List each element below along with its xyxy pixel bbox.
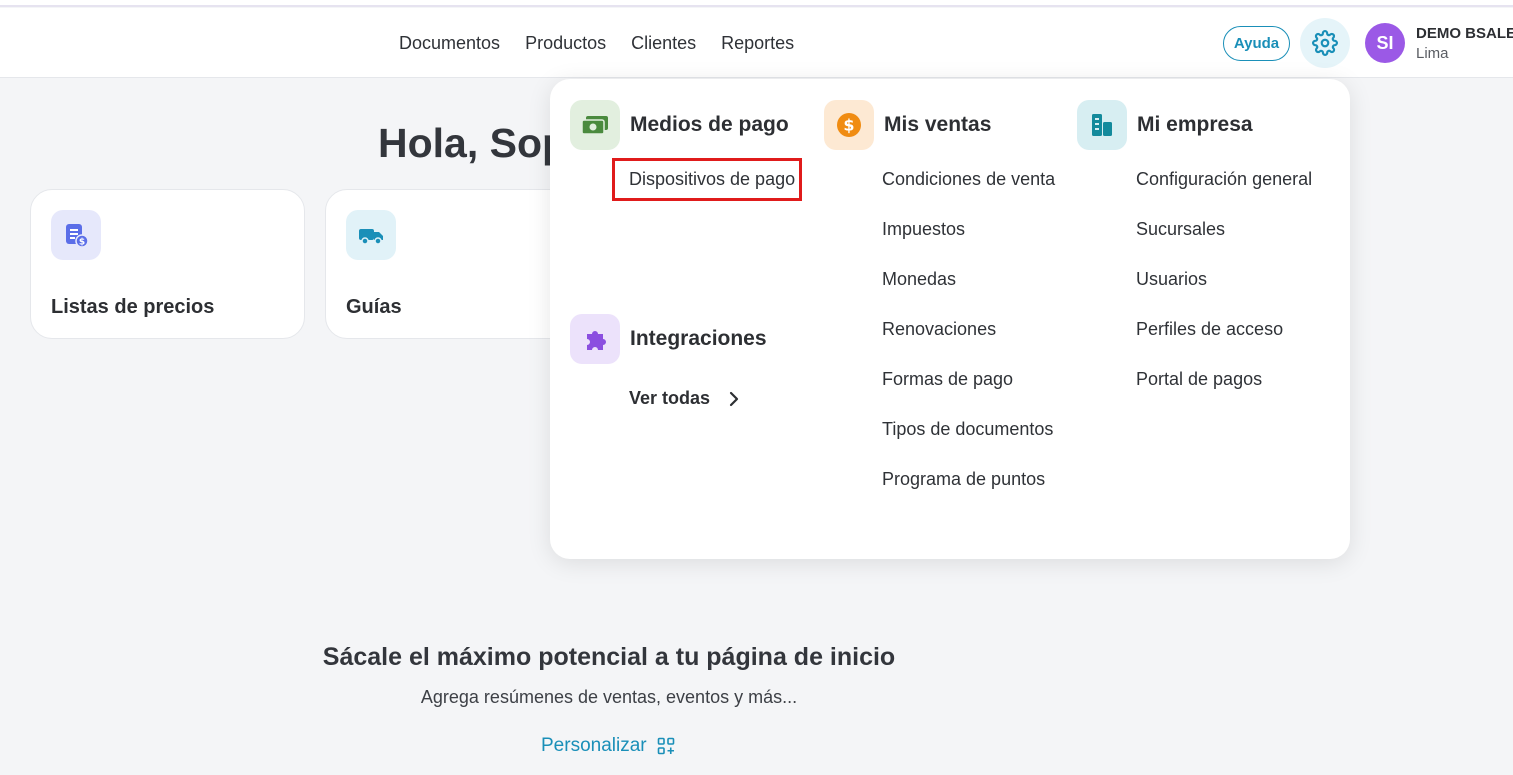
nav-clientes[interactable]: Clientes [631,33,696,54]
card-label: Listas de precios [51,296,215,318]
settings-dropdown: Medios de pago Dispositivos de pago Inte… [550,79,1350,559]
section-title: Integraciones [630,327,767,350]
menu-item-payment-portal[interactable]: Portal de pagos [1136,369,1262,390]
promo-subtitle: Agrega resúmenes de ventas, eventos y má… [420,687,798,707]
section-my-sales: $ Mis ventas [824,100,991,150]
truck-icon [346,210,396,260]
top-header: Documentos Productos Clientes Reportes A… [0,8,1513,78]
settings-button[interactable] [1300,18,1350,68]
highlight-box [612,158,802,201]
section-my-company: Mi empresa [1077,100,1253,150]
menu-item-renewals[interactable]: Renovaciones [882,319,996,340]
menu-item-users[interactable]: Usuarios [1136,269,1207,290]
personalize-label: Personalizar [541,735,647,756]
building-icon [1077,100,1127,150]
menu-item-general-settings[interactable]: Configuración general [1136,169,1312,190]
nav-documentos[interactable]: Documentos [399,33,500,54]
menu-item-sale-conditions[interactable]: Condiciones de venta [882,169,1055,190]
section-integrations: Integraciones [570,314,767,364]
card-price-lists[interactable]: $ Listas de precios [30,189,305,339]
section-title: Mi empresa [1137,113,1253,136]
nav-productos[interactable]: Productos [525,33,606,54]
see-all-label: Ver todas [629,388,711,408]
company-name[interactable]: DEMO BSALE [1416,25,1513,42]
top-border [0,0,1513,7]
card-label: Guías [346,296,402,318]
nav-reportes[interactable]: Reportes [721,33,794,54]
user-avatar[interactable]: SI [1365,23,1405,63]
gear-icon [1312,30,1338,56]
chevron-right-icon [729,391,739,406]
menu-item-document-types[interactable]: Tipos de documentos [882,419,1053,440]
section-payment-methods: Medios de pago [570,100,789,150]
promo-title: Sácale el máximo potencial a tu página d… [322,643,896,671]
see-all-integrations-link[interactable]: Ver todas [629,388,740,409]
company-city: Lima [1416,45,1449,62]
personalize-link[interactable]: Personalizar [541,735,675,757]
menu-item-taxes[interactable]: Impuestos [882,219,965,240]
menu-item-payment-forms[interactable]: Formas de pago [882,369,1013,390]
main-nav: Documentos Productos Clientes Reportes [399,8,819,78]
svg-text:$: $ [843,116,854,135]
section-title: Mis ventas [884,113,992,136]
menu-item-branches[interactable]: Sucursales [1136,219,1225,240]
price-list-icon: $ [51,210,101,260]
menu-item-currencies[interactable]: Monedas [882,269,956,290]
section-title: Medios de pago [630,113,789,136]
money-icon [570,100,620,150]
menu-item-points-program[interactable]: Programa de puntos [882,469,1045,490]
menu-item-access-profiles[interactable]: Perfiles de acceso [1136,319,1283,340]
svg-text:$: $ [79,238,85,248]
help-button[interactable]: Ayuda [1223,26,1290,61]
dollar-coin-icon: $ [824,100,874,150]
grid-add-icon [657,737,674,755]
puzzle-icon [570,314,620,364]
greeting-title: Hola, Sop [378,120,568,166]
